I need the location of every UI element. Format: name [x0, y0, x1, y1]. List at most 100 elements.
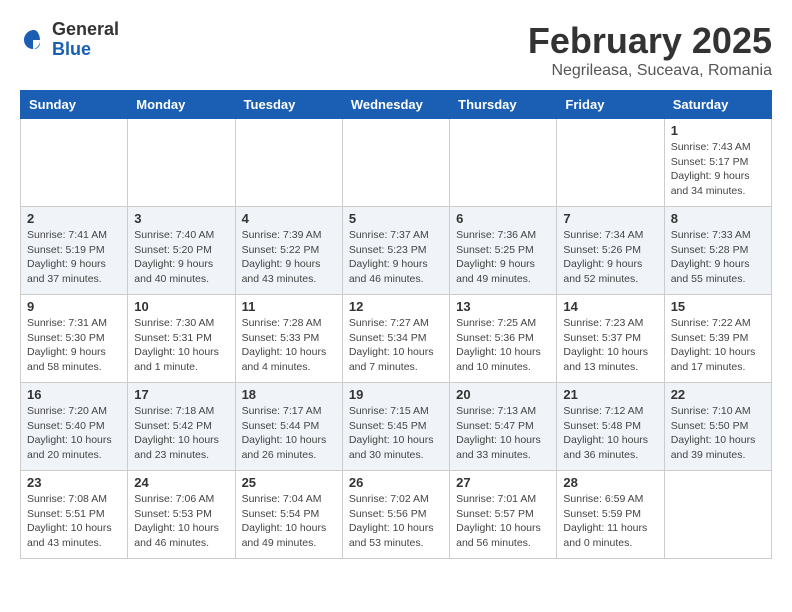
weekday-header-sunday: Sunday	[21, 91, 128, 119]
day-info: Sunrise: 7:40 AM Sunset: 5:20 PM Dayligh…	[134, 228, 228, 287]
table-row: 18 Sunrise: 7:17 AM Sunset: 5:44 PM Dayli…	[235, 383, 342, 471]
day-number: 6	[456, 211, 550, 226]
day-number: 25	[242, 475, 336, 490]
day-info: Sunrise: 7:37 AM Sunset: 5:23 PM Dayligh…	[349, 228, 443, 287]
logo-blue: Blue	[52, 40, 119, 60]
table-row: 19Sunrise: 7:15 AM Sunset: 5:45 PM Dayli…	[342, 383, 449, 471]
table-row: 16 Sunrise: 7:20 AM Sunset: 5:40 PM Dayli…	[21, 383, 128, 471]
week-row-3: 9 Sunrise: 7:31 AM Sunset: 5:30 PM Daylig…	[21, 295, 772, 383]
day-info: Sunrise: 7:31 AM Sunset: 5:30 PM Dayligh…	[27, 316, 121, 375]
month-title: February 2025	[528, 20, 772, 62]
table-row	[128, 119, 235, 207]
day-info: Sunrise: 7:13 AM Sunset: 5:47 PM Dayligh…	[456, 404, 550, 463]
day-number: 18	[242, 387, 336, 402]
logo-text: General Blue	[52, 20, 119, 60]
day-info: Sunrise: 7:08 AM Sunset: 5:51 PM Dayligh…	[27, 492, 121, 551]
week-row-5: 23 Sunrise: 7:08 AM Sunset: 5:51 PM Dayli…	[21, 471, 772, 559]
day-info: Sunrise: 7:18 AM Sunset: 5:42 PM Dayligh…	[134, 404, 228, 463]
logo: General Blue	[20, 20, 119, 60]
day-number: 21	[563, 387, 657, 402]
table-row: 28Sunrise: 6:59 AM Sunset: 5:59 PM Dayli…	[557, 471, 664, 559]
day-info: Sunrise: 7:28 AM Sunset: 5:33 PM Dayligh…	[242, 316, 336, 375]
table-row: 12Sunrise: 7:27 AM Sunset: 5:34 PM Dayli…	[342, 295, 449, 383]
day-number: 8	[671, 211, 765, 226]
table-row	[664, 471, 771, 559]
table-row: 14 Sunrise: 7:23 AM Sunset: 5:37 PM Dayli…	[557, 295, 664, 383]
table-row: 26Sunrise: 7:02 AM Sunset: 5:56 PM Dayli…	[342, 471, 449, 559]
day-number: 7	[563, 211, 657, 226]
table-row: 20 Sunrise: 7:13 AM Sunset: 5:47 PM Dayli…	[450, 383, 557, 471]
day-info: Sunrise: 7:02 AM Sunset: 5:56 PM Dayligh…	[349, 492, 443, 551]
day-number: 23	[27, 475, 121, 490]
day-number: 16	[27, 387, 121, 402]
day-number: 2	[27, 211, 121, 226]
day-number: 20	[456, 387, 550, 402]
table-row: 9 Sunrise: 7:31 AM Sunset: 5:30 PM Daylig…	[21, 295, 128, 383]
day-info: Sunrise: 7:43 AM Sunset: 5:17 PM Dayligh…	[671, 140, 765, 199]
day-number: 14	[563, 299, 657, 314]
day-info: Sunrise: 7:01 AM Sunset: 5:57 PM Dayligh…	[456, 492, 550, 551]
day-number: 17	[134, 387, 228, 402]
day-info: Sunrise: 6:59 AM Sunset: 5:59 PM Dayligh…	[563, 492, 657, 551]
day-info: Sunrise: 7:06 AM Sunset: 5:53 PM Dayligh…	[134, 492, 228, 551]
title-area: February 2025 Negrileasa, Suceava, Roman…	[528, 20, 772, 80]
table-row: 13 Sunrise: 7:25 AM Sunset: 5:36 PM Dayli…	[450, 295, 557, 383]
day-number: 12	[349, 299, 443, 314]
day-info: Sunrise: 7:04 AM Sunset: 5:54 PM Dayligh…	[242, 492, 336, 551]
day-number: 11	[242, 299, 336, 314]
day-info: Sunrise: 7:41 AM Sunset: 5:19 PM Dayligh…	[27, 228, 121, 287]
weekday-header-tuesday: Tuesday	[235, 91, 342, 119]
table-row: 1 Sunrise: 7:43 AM Sunset: 5:17 PM Daylig…	[664, 119, 771, 207]
calendar-table: SundayMondayTuesdayWednesdayThursdayFrid…	[20, 90, 772, 559]
day-info: Sunrise: 7:36 AM Sunset: 5:25 PM Dayligh…	[456, 228, 550, 287]
day-number: 15	[671, 299, 765, 314]
table-row	[557, 119, 664, 207]
day-number: 19	[349, 387, 443, 402]
weekday-header-monday: Monday	[128, 91, 235, 119]
table-row: 24 Sunrise: 7:06 AM Sunset: 5:53 PM Dayli…	[128, 471, 235, 559]
table-row: 21 Sunrise: 7:12 AM Sunset: 5:48 PM Dayli…	[557, 383, 664, 471]
table-row: 7 Sunrise: 7:34 AM Sunset: 5:26 PM Daylig…	[557, 207, 664, 295]
table-row: 3 Sunrise: 7:40 AM Sunset: 5:20 PM Daylig…	[128, 207, 235, 295]
day-number: 3	[134, 211, 228, 226]
day-number: 10	[134, 299, 228, 314]
week-row-4: 16 Sunrise: 7:20 AM Sunset: 5:40 PM Dayli…	[21, 383, 772, 471]
day-info: Sunrise: 7:22 AM Sunset: 5:39 PM Dayligh…	[671, 316, 765, 375]
table-row: 8 Sunrise: 7:33 AM Sunset: 5:28 PM Daylig…	[664, 207, 771, 295]
table-row: 11 Sunrise: 7:28 AM Sunset: 5:33 PM Dayli…	[235, 295, 342, 383]
day-info: Sunrise: 7:23 AM Sunset: 5:37 PM Dayligh…	[563, 316, 657, 375]
page-header: General Blue February 2025 Negrileasa, S…	[20, 20, 772, 80]
day-number: 4	[242, 211, 336, 226]
table-row: 4 Sunrise: 7:39 AM Sunset: 5:22 PM Daylig…	[235, 207, 342, 295]
table-row: 6 Sunrise: 7:36 AM Sunset: 5:25 PM Daylig…	[450, 207, 557, 295]
day-number: 1	[671, 123, 765, 138]
table-row: 27 Sunrise: 7:01 AM Sunset: 5:57 PM Dayli…	[450, 471, 557, 559]
table-row: 23 Sunrise: 7:08 AM Sunset: 5:51 PM Dayli…	[21, 471, 128, 559]
weekday-header-wednesday: Wednesday	[342, 91, 449, 119]
day-info: Sunrise: 7:20 AM Sunset: 5:40 PM Dayligh…	[27, 404, 121, 463]
day-info: Sunrise: 7:17 AM Sunset: 5:44 PM Dayligh…	[242, 404, 336, 463]
day-info: Sunrise: 7:33 AM Sunset: 5:28 PM Dayligh…	[671, 228, 765, 287]
day-info: Sunrise: 7:25 AM Sunset: 5:36 PM Dayligh…	[456, 316, 550, 375]
logo-icon	[20, 26, 48, 54]
day-number: 5	[349, 211, 443, 226]
day-info: Sunrise: 7:39 AM Sunset: 5:22 PM Dayligh…	[242, 228, 336, 287]
day-number: 27	[456, 475, 550, 490]
table-row: 15 Sunrise: 7:22 AM Sunset: 5:39 PM Dayli…	[664, 295, 771, 383]
day-info: Sunrise: 7:34 AM Sunset: 5:26 PM Dayligh…	[563, 228, 657, 287]
table-row: 17 Sunrise: 7:18 AM Sunset: 5:42 PM Dayli…	[128, 383, 235, 471]
table-row	[450, 119, 557, 207]
logo-general: General	[52, 20, 119, 40]
day-number: 13	[456, 299, 550, 314]
table-row	[21, 119, 128, 207]
table-row: 22Sunrise: 7:10 AM Sunset: 5:50 PM Dayli…	[664, 383, 771, 471]
table-row: 2 Sunrise: 7:41 AM Sunset: 5:19 PM Daylig…	[21, 207, 128, 295]
day-info: Sunrise: 7:12 AM Sunset: 5:48 PM Dayligh…	[563, 404, 657, 463]
table-row	[235, 119, 342, 207]
weekday-header-thursday: Thursday	[450, 91, 557, 119]
day-number: 24	[134, 475, 228, 490]
weekday-header-friday: Friday	[557, 91, 664, 119]
day-info: Sunrise: 7:10 AM Sunset: 5:50 PM Dayligh…	[671, 404, 765, 463]
day-number: 9	[27, 299, 121, 314]
location: Negrileasa, Suceava, Romania	[528, 62, 772, 80]
